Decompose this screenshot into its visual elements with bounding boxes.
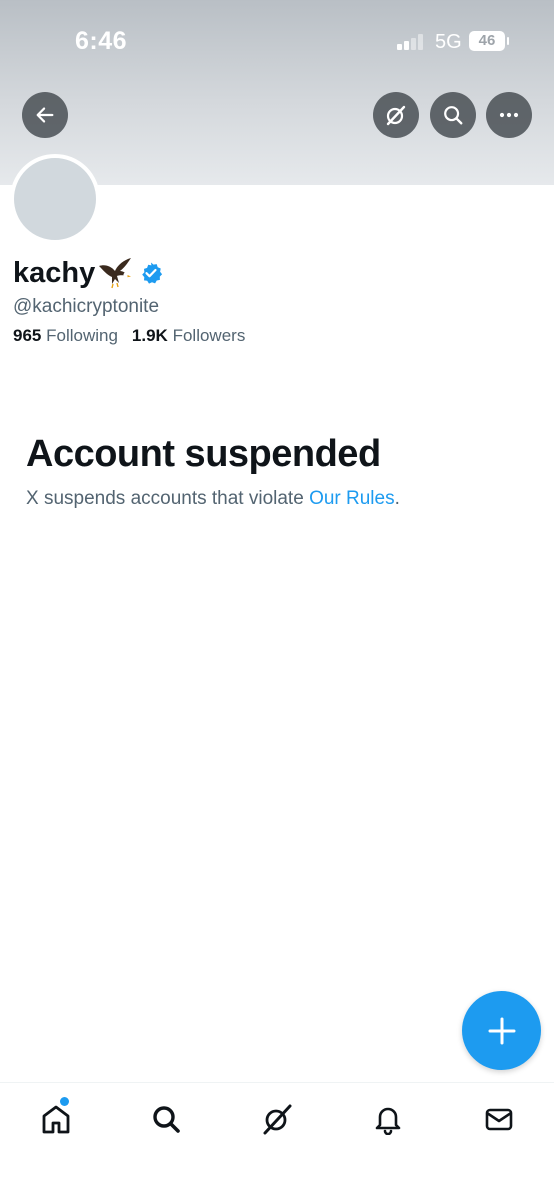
- back-button[interactable]: [22, 92, 68, 138]
- suspension-message: X suspends accounts that violate Our Rul…: [26, 488, 400, 510]
- suspension-text: X suspends accounts that violate: [26, 488, 310, 509]
- tab-home[interactable]: [34, 1097, 78, 1141]
- status-bar: 6:46 5G 46: [0, 0, 554, 80]
- plus-icon: [488, 1017, 515, 1044]
- tab-notifications[interactable]: [366, 1097, 410, 1141]
- followers-count: 1.9K: [131, 326, 168, 345]
- home-notification-dot: [60, 1097, 69, 1106]
- verified-badge-icon: [142, 262, 163, 284]
- more-icon: [499, 112, 519, 118]
- grok-button[interactable]: [373, 92, 419, 138]
- cellular-signal-icon: [397, 34, 427, 50]
- more-button[interactable]: [486, 92, 532, 138]
- tab-grok[interactable]: [255, 1097, 299, 1141]
- grok-icon: [263, 1104, 292, 1135]
- profile-handle: @kachicryptonite: [13, 296, 160, 317]
- tab-explore[interactable]: [144, 1097, 188, 1141]
- status-time: 6:46: [75, 27, 128, 55]
- search-button[interactable]: [430, 92, 476, 138]
- suspension-trailing: .: [394, 488, 400, 509]
- battery-icon: 46: [469, 31, 509, 51]
- followers-link[interactable]: 1.9K Followers: [132, 326, 245, 345]
- home-icon: [42, 1105, 70, 1134]
- search-icon: [444, 106, 463, 125]
- following-link[interactable]: 965 Following: [13, 326, 118, 345]
- following-count: 965: [13, 326, 42, 345]
- battery-level: 46: [478, 32, 496, 49]
- grok-icon: [386, 105, 406, 126]
- tab-messages[interactable]: [477, 1097, 521, 1141]
- our-rules-link[interactable]: Our Rules: [309, 488, 395, 509]
- notifications-bell-icon: [375, 1107, 401, 1135]
- back-arrow-icon: [36, 107, 54, 123]
- compose-post-button[interactable]: [462, 991, 541, 1070]
- eagle-emoji-icon: [99, 258, 132, 289]
- following-label: Following: [46, 326, 118, 345]
- bottom-tab-bar: [0, 1082, 554, 1200]
- followers-label: Followers: [172, 326, 246, 345]
- display-name: kachy: [13, 256, 96, 289]
- messages-envelope-icon: [485, 1108, 513, 1131]
- follow-stats: 965 Following 1.9K Followers: [13, 326, 245, 346]
- suspension-title: Account suspended: [26, 433, 381, 475]
- name-row: kachy: [13, 253, 163, 293]
- avatar[interactable]: [10, 154, 100, 244]
- search-icon: [153, 1106, 180, 1133]
- network-type: 5G: [435, 31, 462, 53]
